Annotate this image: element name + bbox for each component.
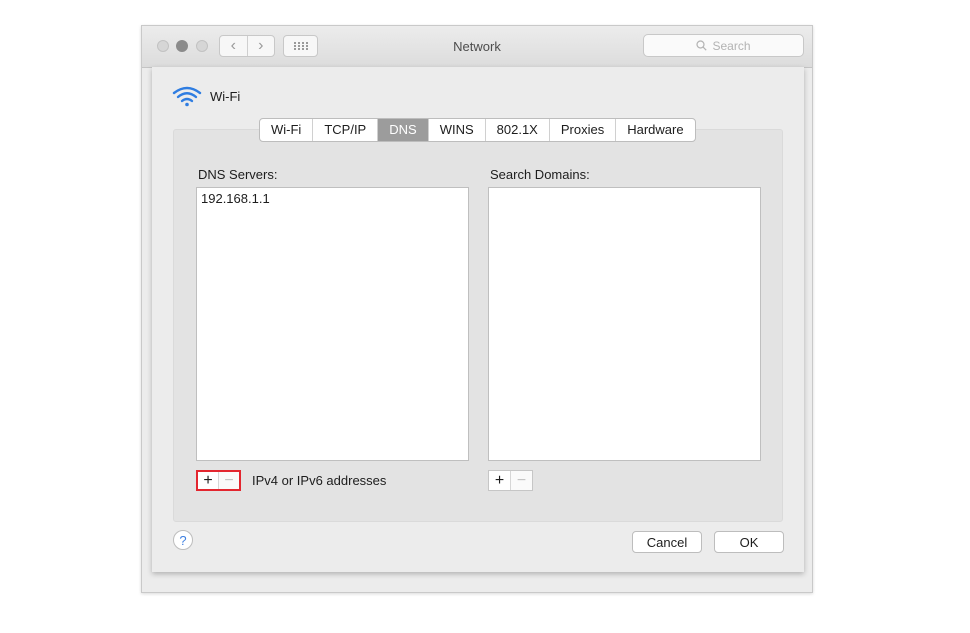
add-dns-server-button[interactable]: + — [198, 472, 218, 489]
help-button[interactable]: ? — [173, 530, 193, 550]
network-window: ‹ › Network Search Wi-Fi Wi-Fi TCP/IP DN… — [141, 25, 813, 593]
advanced-sheet: Wi-Fi Wi-Fi TCP/IP DNS WINS 802.1X Proxi… — [152, 67, 804, 572]
remove-dns-server-button[interactable]: − — [218, 472, 239, 489]
tab-proxies[interactable]: Proxies — [550, 119, 617, 141]
search-input[interactable]: Search — [643, 34, 804, 57]
search-domains-label: Search Domains: — [490, 167, 590, 182]
titlebar: ‹ › Network Search — [142, 26, 812, 68]
search-domains-list[interactable] — [488, 187, 761, 461]
tab-8021x[interactable]: 802.1X — [486, 119, 550, 141]
search-icon — [696, 40, 708, 51]
tab-dns[interactable]: DNS — [378, 119, 429, 141]
ok-button[interactable]: OK — [714, 531, 784, 553]
search-placeholder: Search — [712, 38, 751, 53]
tab-tcpip[interactable]: TCP/IP — [313, 119, 379, 141]
tab-hardware[interactable]: Hardware — [616, 119, 694, 141]
question-mark-icon: ? — [179, 532, 187, 548]
wifi-icon — [172, 86, 202, 107]
remove-search-domain-button[interactable]: − — [510, 471, 532, 490]
interface-header: Wi-Fi — [172, 85, 240, 107]
dns-servers-label: DNS Servers: — [198, 167, 278, 182]
tab-wins[interactable]: WINS — [429, 119, 486, 141]
domain-add-remove-control: + − — [488, 470, 533, 491]
interface-name: Wi-Fi — [210, 88, 241, 104]
tab-bar: Wi-Fi TCP/IP DNS WINS 802.1X Proxies Har… — [259, 118, 696, 142]
dns-server-item[interactable]: 192.168.1.1 — [197, 188, 468, 209]
add-search-domain-button[interactable]: + — [489, 471, 510, 490]
dns-add-remove-control: + − — [196, 470, 241, 491]
dns-servers-list[interactable]: 192.168.1.1 — [196, 187, 469, 461]
dns-hint: IPv4 or IPv6 addresses — [252, 473, 387, 488]
tab-wifi[interactable]: Wi-Fi — [260, 119, 314, 141]
cancel-button[interactable]: Cancel — [632, 531, 702, 553]
